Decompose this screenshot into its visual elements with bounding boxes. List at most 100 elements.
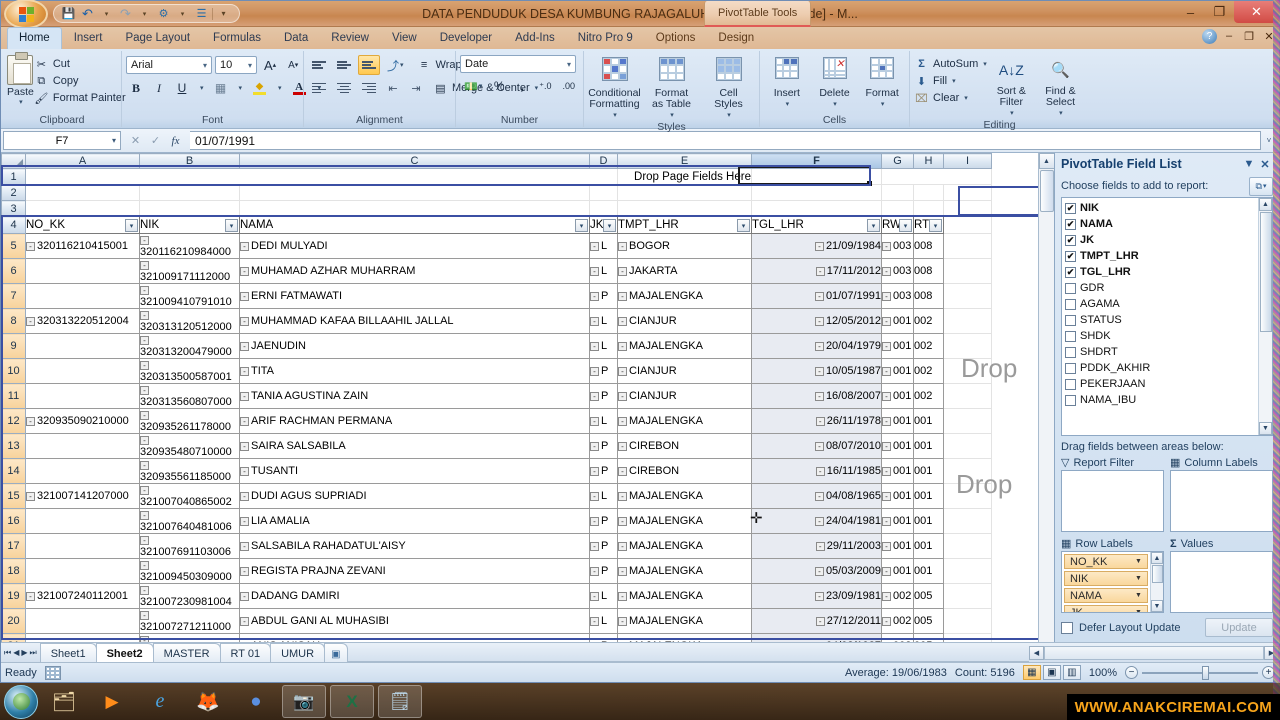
align-top-button[interactable] [308, 55, 330, 75]
column-header-c[interactable]: C [239, 153, 590, 169]
grow-font-button[interactable]: A ▴ [260, 55, 280, 75]
cut-button[interactable]: ✂ Cut [34, 57, 126, 71]
pivot-expand-icon[interactable]: - [814, 591, 824, 601]
format-as-table-button[interactable]: Format as Table ▾ [645, 57, 698, 121]
cell-tgl-lhr[interactable]: -29/11/2003 [751, 533, 882, 559]
cell-rt[interactable]: 002 [913, 333, 944, 359]
cell-rt[interactable]: 008 [913, 283, 944, 309]
column-header-h[interactable]: H [913, 153, 944, 169]
pivot-expand-icon[interactable]: - [815, 416, 825, 426]
pivot-expand-icon[interactable]: - [590, 316, 599, 326]
cell-jk[interactable]: -P [589, 358, 618, 384]
align-middle-button[interactable] [333, 55, 355, 75]
pivot-expand-icon[interactable]: - [140, 235, 149, 245]
column-header-f[interactable]: F [751, 153, 882, 169]
cell-rw[interactable]: -001 [881, 358, 914, 384]
pivot-expand-icon[interactable]: - [814, 366, 824, 376]
cell-f3[interactable] [751, 200, 882, 217]
cell-c3[interactable] [239, 200, 590, 217]
decrease-indent-button[interactable]: ⇤ [383, 78, 403, 98]
taskbar-item-media-player[interactable]: ▶ [90, 685, 134, 718]
pivot-expand-icon[interactable]: - [618, 291, 627, 301]
page-layout-view-button[interactable]: ▣ [1042, 665, 1061, 680]
cell-nik[interactable]: -321007230981004 [139, 583, 240, 609]
pivot-expand-icon[interactable]: - [590, 291, 599, 301]
pivot-expand-icon[interactable]: - [882, 316, 891, 326]
cell-rw[interactable]: -003 [881, 283, 914, 309]
filter-dropdown-icon[interactable]: ▾ [125, 219, 138, 232]
pivot-expand-icon[interactable]: - [140, 385, 149, 395]
pivot-expand-icon[interactable]: - [814, 566, 824, 576]
row-label-pill-jk[interactable]: JK ▼ [1064, 605, 1148, 612]
cell-nik[interactable]: -321009450309000 [139, 558, 240, 584]
cell-rw[interactable]: -001 [881, 333, 914, 359]
taskbar-item-firefox[interactable]: 🦊 [186, 685, 230, 718]
cell-i19[interactable] [943, 583, 992, 609]
cell-nama[interactable]: - REGISTA PRAJNA ZEVANI [239, 558, 590, 584]
cell-jk[interactable]: -L [589, 583, 618, 609]
fill-color-dropdown-icon[interactable]: ▾ [273, 78, 286, 98]
cell-jk[interactable]: -P [589, 433, 618, 459]
cell-rw[interactable]: -003 [881, 258, 914, 284]
cell-a3[interactable] [25, 200, 140, 217]
font-size-combo[interactable]: 10 ▾ [215, 56, 257, 74]
minimize-button[interactable]: – [1176, 1, 1205, 23]
pivot-expand-icon[interactable]: - [882, 416, 891, 426]
insert-worksheet-button[interactable]: ▣ [324, 643, 348, 662]
sheet-tab-sheet1[interactable]: Sheet1 [39, 643, 97, 662]
cell-tgl-lhr[interactable]: -16/11/1985 [751, 458, 882, 484]
cell-rt[interactable]: 005 [913, 608, 944, 634]
pivot-expand-icon[interactable]: - [814, 241, 824, 251]
cell-no-kk[interactable]: -321007240112001 [25, 583, 140, 609]
cell-jk[interactable]: -P [589, 558, 618, 584]
pivot-expand-icon[interactable]: - [590, 416, 599, 426]
tab-developer[interactable]: Developer [429, 28, 503, 49]
cell-nik[interactable]: -320116210984000 [139, 233, 240, 259]
tab-home[interactable]: Home [7, 27, 62, 49]
fill-color-button[interactable]: ◆ [249, 78, 270, 98]
tab-view[interactable]: View [381, 28, 428, 49]
tab-formulas[interactable]: Formulas [202, 28, 272, 49]
row-header-11[interactable]: 11 [1, 383, 26, 409]
cell-tmpt-lhr[interactable]: -MAJALENGKA [617, 483, 752, 509]
cell-rt[interactable]: 001 [913, 533, 944, 559]
pivot-expand-icon[interactable]: - [882, 541, 891, 551]
cell-h3[interactable] [913, 200, 944, 217]
pivot-expand-icon[interactable]: - [815, 616, 825, 626]
pivot-expand-icon[interactable]: - [240, 591, 249, 601]
percent-format-button[interactable]: % [489, 76, 509, 96]
cell-f2[interactable] [751, 184, 882, 201]
save-icon[interactable]: 💾 [60, 6, 77, 22]
field-header-no_kk[interactable]: NO_KK ▾ [25, 216, 140, 234]
pivot-expand-icon[interactable]: - [140, 610, 149, 620]
cell-i18[interactable] [943, 558, 992, 584]
row-header-12[interactable]: 12 [1, 408, 26, 434]
cell-nik[interactable]: -321009410791010 [139, 283, 240, 309]
row-header-3[interactable]: 3 [1, 200, 26, 217]
row-header-20[interactable]: 20 [1, 608, 26, 634]
pivot-expand-icon[interactable]: - [140, 460, 149, 470]
conditional-formatting-button[interactable]: Conditional Formatting ▾ [588, 57, 641, 121]
cell-i4[interactable] [943, 216, 992, 234]
cell-rw[interactable]: -001 [881, 483, 914, 509]
pivot-expand-icon[interactable]: - [140, 535, 149, 545]
cell-tgl-lhr[interactable]: -08/07/2010 [751, 433, 882, 459]
tab-review[interactable]: Review [320, 28, 380, 49]
pivot-expand-icon[interactable]: - [618, 441, 627, 451]
pivot-expand-icon[interactable]: - [815, 466, 825, 476]
cell-tmpt-lhr[interactable]: - CIANJUR [617, 358, 752, 384]
number-format-dropdown-icon[interactable]: ▾ [565, 60, 573, 69]
borders-dropdown-icon[interactable]: ▾ [234, 78, 247, 98]
cell-tmpt-lhr[interactable]: - CIREBON [617, 458, 752, 484]
cell-i11[interactable] [943, 383, 992, 409]
field-checkbox[interactable] [1065, 378, 1076, 390]
field-header-tgl_lhr[interactable]: TGL_LHR ▾ [751, 216, 882, 234]
taskbar-item-camera[interactable]: 📷 [282, 685, 326, 718]
cell-nama[interactable]: - TANIA AGUSTINA ZAIN [239, 383, 590, 409]
pivot-expand-icon[interactable]: - [590, 516, 599, 526]
row-header-16[interactable]: 16 [1, 508, 26, 534]
pivot-expand-icon[interactable]: - [590, 591, 599, 601]
cell-rt[interactable]: 001 [913, 408, 944, 434]
pivot-expand-icon[interactable]: - [26, 416, 35, 426]
filter-dropdown-icon[interactable]: ▾ [225, 219, 238, 232]
